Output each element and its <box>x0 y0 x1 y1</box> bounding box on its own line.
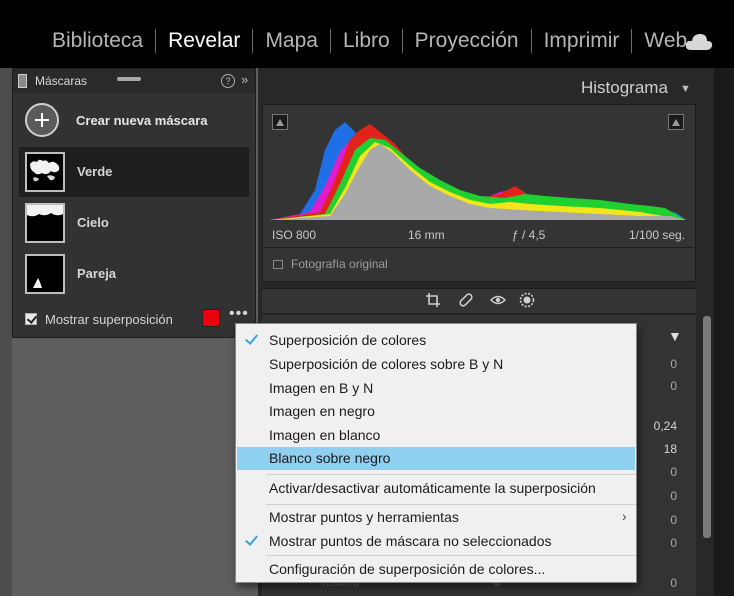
shadow-clipping-icon[interactable] <box>272 114 288 130</box>
original-photo-label[interactable]: Fotografía original <box>291 257 388 271</box>
checkmark-icon <box>245 332 257 346</box>
mask-label: Pareja <box>77 266 117 281</box>
overlay-color-swatch[interactable] <box>202 309 220 327</box>
overlay-context-menu: Superposición de colores Superposición d… <box>235 323 637 583</box>
original-photo-checkbox[interactable] <box>273 260 283 269</box>
menu-item-label: Imagen en negro <box>269 403 375 419</box>
exif-shutter: 1/100 seg. <box>629 228 686 242</box>
menu-item-label: Mostrar puntos y herramientas <box>269 509 459 525</box>
red-eye-icon[interactable] <box>490 292 506 308</box>
left-panel-edge <box>0 68 12 596</box>
menu-item-bw-image[interactable]: Imagen en B y N <box>237 377 635 400</box>
module-biblioteca[interactable]: Biblioteca <box>40 26 155 56</box>
menu-item-label: Configuración de superposición de colore… <box>269 561 546 577</box>
menu-item-overlay-settings[interactable]: Configuración de superposición de colore… <box>237 558 635 581</box>
adjustment-value: 0 <box>670 357 677 371</box>
module-mapa[interactable]: Mapa <box>253 26 330 56</box>
masks-panel: Máscaras ? » Crear nueva máscara Verde C… <box>12 68 256 338</box>
module-imprimir[interactable]: Imprimir <box>532 26 632 56</box>
mask-thumbnail <box>25 254 65 294</box>
menu-item-image-on-white[interactable]: Imagen en blanco <box>237 424 635 447</box>
adjustment-value: 18 <box>663 442 677 456</box>
collapse-icon[interactable]: » <box>241 72 248 87</box>
adjustment-value: 0 <box>670 465 677 479</box>
exif-aperture: ƒ / 4,5 <box>512 228 546 242</box>
menu-separator <box>266 474 636 475</box>
masks-panel-header[interactable]: Máscaras ? » <box>13 69 255 93</box>
module-picker: Biblioteca Revelar Mapa Libro Proyección… <box>40 26 699 56</box>
menu-item-label: Activar/desactivar automáticamente la su… <box>269 480 596 496</box>
crop-icon[interactable] <box>425 292 441 308</box>
mask-item-verde[interactable]: Verde <box>19 147 249 197</box>
checkmark-icon <box>245 533 257 547</box>
mask-item-cielo[interactable]: Cielo <box>19 198 249 248</box>
show-overlay-label[interactable]: Mostrar superposición <box>45 312 173 327</box>
highlight-clipping-icon[interactable] <box>668 114 684 130</box>
panel-square-icon <box>18 74 27 88</box>
menu-item-color-overlay-bw[interactable]: Superposición de colores sobre B y N <box>237 353 635 376</box>
create-mask-button[interactable] <box>25 103 59 137</box>
exif-iso: ISO 800 <box>272 228 317 242</box>
adjustment-value: 0 <box>670 513 677 527</box>
menu-item-image-on-black[interactable]: Imagen en negro <box>237 400 635 423</box>
menu-separator <box>266 555 636 556</box>
module-libro[interactable]: Libro <box>331 26 402 56</box>
cloud-icon[interactable] <box>685 32 713 52</box>
tool-strip <box>262 288 696 314</box>
exif-focal-length: 16 mm <box>408 228 445 242</box>
menu-item-white-on-black[interactable]: Blanco sobre negro <box>237 447 635 470</box>
divider <box>264 247 694 248</box>
show-overlay-checkbox[interactable] <box>25 313 37 325</box>
right-panel-edge <box>714 68 734 596</box>
menu-separator <box>266 504 636 505</box>
menu-item-label: Mostrar puntos de máscara no seleccionad… <box>269 533 552 549</box>
module-bar: Biblioteca Revelar Mapa Libro Proyección… <box>0 0 734 68</box>
mask-thumbnail <box>25 152 65 192</box>
drag-handle[interactable] <box>117 77 141 81</box>
healing-icon[interactable] <box>458 292 474 308</box>
help-icon[interactable]: ? <box>221 74 235 88</box>
masks-panel-title: Máscaras <box>35 74 88 88</box>
adjustment-value: 0 <box>670 576 677 590</box>
adjustment-value: 0 <box>670 489 677 503</box>
menu-item-color-overlay[interactable]: Superposición de colores <box>237 329 635 352</box>
module-revelar[interactable]: Revelar <box>156 26 252 56</box>
submenu-arrow-icon: › <box>622 508 627 524</box>
masking-icon[interactable] <box>519 292 535 308</box>
menu-item-label: Imagen en blanco <box>269 427 381 443</box>
mask-label: Cielo <box>77 215 109 230</box>
adjustment-value: 0 <box>670 536 677 550</box>
histogram-collapse-icon[interactable]: ▼ <box>680 83 691 95</box>
adjustment-value: 0 <box>670 379 677 393</box>
menu-item-show-unselected-pins[interactable]: Mostrar puntos de máscara no seleccionad… <box>237 530 635 553</box>
mask-thumbnail <box>25 203 65 243</box>
create-mask-label[interactable]: Crear nueva máscara <box>76 113 208 128</box>
menu-item-show-pins-tools[interactable]: Mostrar puntos y herramientas › <box>237 506 635 529</box>
panel-scrollbar[interactable] <box>703 316 711 538</box>
histogram-title[interactable]: Histograma <box>581 78 668 98</box>
panel-collapse-icon[interactable]: ▼ <box>668 328 682 344</box>
mask-item-pareja[interactable]: Pareja <box>19 249 249 299</box>
menu-item-auto-toggle-overlay[interactable]: Activar/desactivar automáticamente la su… <box>237 477 635 500</box>
adjustment-value: 0,24 <box>653 419 677 433</box>
histogram-graph <box>270 122 686 220</box>
menu-item-label: Superposición de colores <box>269 332 427 348</box>
menu-item-label: Imagen en B y N <box>269 380 374 396</box>
mask-label: Verde <box>77 164 113 179</box>
menu-item-label: Blanco sobre negro <box>269 450 391 466</box>
overlay-options-icon[interactable]: ••• <box>229 305 249 323</box>
module-proyeccion[interactable]: Proyección <box>403 26 531 56</box>
menu-item-label: Superposición de colores sobre B y N <box>269 356 504 372</box>
